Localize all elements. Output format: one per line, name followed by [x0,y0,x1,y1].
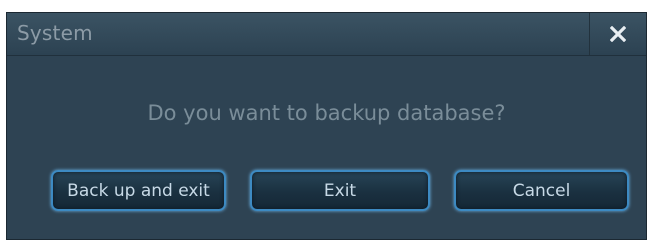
cancel-button[interactable]: Cancel [454,170,629,211]
exit-button[interactable]: Exit [250,170,430,211]
close-button[interactable] [589,13,646,55]
backup-and-exit-button[interactable]: Back up and exit [51,170,226,211]
dialog-title: System [17,21,93,45]
backup-dialog: System Do you want to backup database? B… [6,12,647,240]
dialog-titlebar[interactable]: System [7,13,646,56]
dialog-message: Do you want to backup database? [147,101,506,125]
close-x-icon [610,26,626,42]
